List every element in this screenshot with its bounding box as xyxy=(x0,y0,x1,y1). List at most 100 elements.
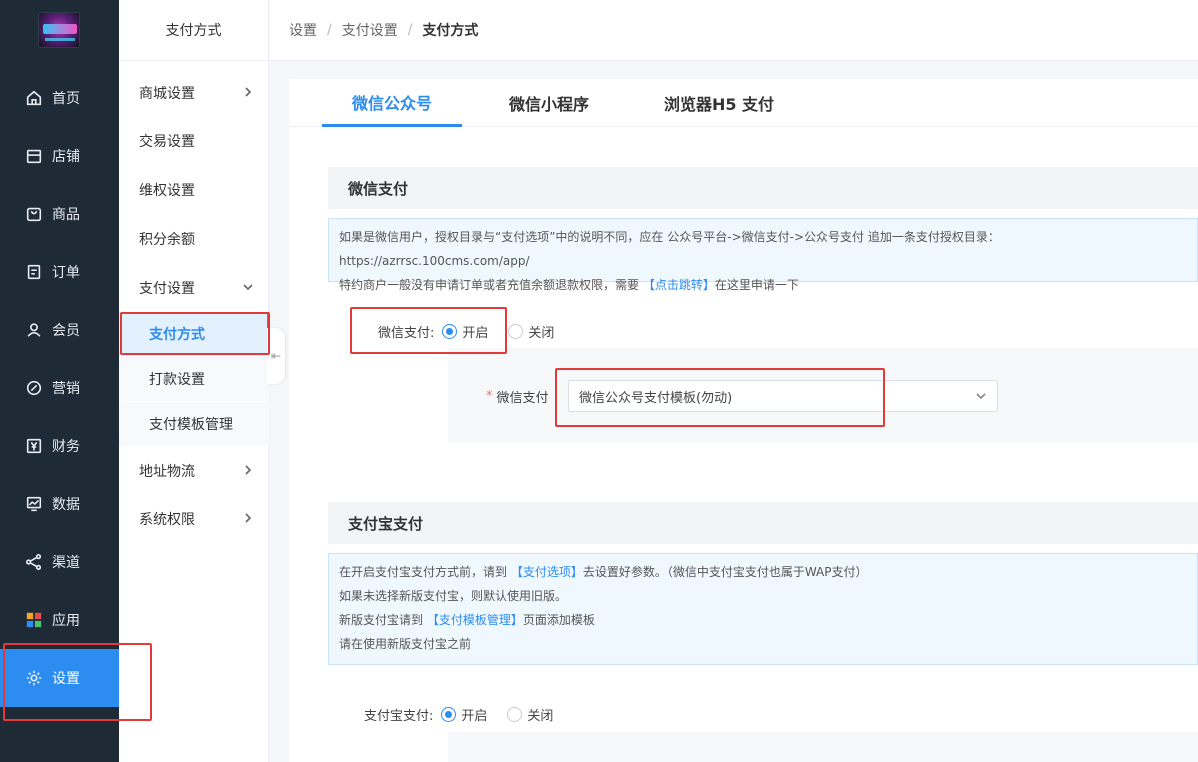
radio-dot xyxy=(442,323,458,339)
submenu-label: 支付方式 xyxy=(149,327,205,343)
payment-tabs: 微信公众号 微信小程序 浏览器H5 支付 xyxy=(289,79,1198,127)
chevron-right-icon xyxy=(241,511,255,525)
nav-item-members[interactable]: 会员 xyxy=(0,301,119,359)
submenu-sub-payout-settings[interactable]: 打款设置 xyxy=(119,357,269,401)
wechat-template-select[interactable]: 微信公众号支付模板(勿动) xyxy=(568,380,998,412)
wechat-pay-toggle-row: 微信支付: 开启 关闭 xyxy=(378,321,574,341)
nav-item-finance[interactable]: 财务 xyxy=(0,417,119,475)
nav-label: 数据 xyxy=(52,497,80,513)
chevron-right-icon xyxy=(241,463,255,477)
notice-line: 在开启支付宝支付方式前，请到 【支付选项】去设置好参数。（微信中支付宝支付也属于… xyxy=(339,560,1187,584)
submenu-sub-payment-methods[interactable]: 支付方式 xyxy=(119,312,269,356)
notice-text: 特约商户一般没有申请订单或者充值余额退款权限，需要 xyxy=(339,278,643,292)
radio-label: 关闭 xyxy=(527,708,554,724)
submenu-sub-payment-templates[interactable]: 支付模板管理 xyxy=(119,402,269,446)
required-mark: * xyxy=(486,388,493,404)
nav-label: 设置 xyxy=(52,671,80,687)
submenu-item-points-balance[interactable]: 积分余额 xyxy=(119,217,269,261)
select-value: 微信公众号支付模板(勿动) xyxy=(579,390,733,406)
wechat-pay-on-radio[interactable]: 开启 xyxy=(442,322,488,341)
gear-icon xyxy=(24,668,44,688)
breadcrumb: 设置 / 支付设置 / 支付方式 xyxy=(270,0,1198,61)
tab-browser-h5[interactable]: 浏览器H5 支付 xyxy=(649,79,789,127)
notice-text: 去设置好参数。（微信中支付宝支付也属于WAP支付） xyxy=(582,565,868,579)
notice-text: 在开启支付宝支付方式前，请到 xyxy=(339,565,511,579)
nav-item-store[interactable]: 店铺 xyxy=(0,127,119,185)
submenu-item-mall-settings[interactable]: 商城设置 xyxy=(119,71,269,115)
submenu-item-system-permissions[interactable]: 系统权限 xyxy=(119,497,269,541)
nav-label: 订单 xyxy=(52,265,80,281)
radio-dot xyxy=(441,706,457,722)
submenu-label: 交易设置 xyxy=(139,134,195,150)
submenu-label: 地址物流 xyxy=(139,464,195,480)
submenu-label: 支付模板管理 xyxy=(149,417,233,433)
submenu-label: 支付设置 xyxy=(139,281,195,297)
submenu-item-rights-settings[interactable]: 维权设置 xyxy=(119,168,269,212)
breadcrumb-separator: / xyxy=(327,22,332,38)
order-icon xyxy=(24,262,44,282)
nav-item-apps[interactable]: 应用 xyxy=(0,591,119,649)
radio-dot xyxy=(507,706,523,722)
alipay-template-panel xyxy=(448,732,1198,762)
nav-item-home[interactable]: 首页 xyxy=(0,69,119,127)
collapse-menu-icon[interactable]: ⇤ xyxy=(267,328,285,384)
nav-label: 首页 xyxy=(52,91,80,107)
tab-wechat-official[interactable]: 微信公众号 xyxy=(322,79,462,127)
nav-item-channel[interactable]: 渠道 xyxy=(0,533,119,591)
submenu-label: 维权设置 xyxy=(139,183,195,199)
alipay-toggle-row: 支付宝支付: 开启 关闭 xyxy=(364,704,573,724)
yen-icon xyxy=(24,436,44,456)
nav-label: 营销 xyxy=(52,381,80,397)
chart-icon xyxy=(24,494,44,514)
wechat-pay-label: 微信支付: xyxy=(378,325,435,341)
submenu-label: 系统权限 xyxy=(139,512,195,528)
submenu-label: 商城设置 xyxy=(139,86,195,102)
nav-label: 应用 xyxy=(52,613,80,629)
nav-item-goods[interactable]: 商品 xyxy=(0,185,119,243)
nav-item-settings[interactable]: 设置 xyxy=(0,649,119,707)
template-manage-link[interactable]: 【支付模板管理】 xyxy=(427,613,523,627)
alipay-on-radio[interactable]: 开启 xyxy=(441,705,487,724)
submenu-item-payment-settings[interactable]: 支付设置 xyxy=(119,266,269,310)
nav-item-marketing[interactable]: 营销 xyxy=(0,359,119,417)
wechat-pay-off-radio[interactable]: 关闭 xyxy=(508,322,554,341)
share-icon xyxy=(24,552,44,572)
breadcrumb-item[interactable]: 设置 xyxy=(289,20,317,40)
notice-text: 新版支付宝请到 xyxy=(339,613,427,627)
payment-methods-card: 微信公众号 微信小程序 浏览器H5 支付 微信支付 如果是微信用户，授权目录与“… xyxy=(289,79,1198,762)
nav-label: 渠道 xyxy=(52,555,80,571)
marketing-icon xyxy=(24,378,44,398)
user-icon xyxy=(24,320,44,340)
wechat-notice: 如果是微信用户，授权目录与“支付选项”中的说明不同，应在 公众号平台->微信支付… xyxy=(328,218,1198,292)
chevron-right-icon xyxy=(241,85,255,99)
notice-text: 在这里申请一下 xyxy=(714,278,799,292)
wechat-template-label: 微信支付 xyxy=(496,390,549,406)
nav-label: 财务 xyxy=(52,439,80,455)
payment-options-link[interactable]: 【支付选项】 xyxy=(511,565,583,579)
notice-line: 如果是微信用户，授权目录与“支付选项”中的说明不同，应在 公众号平台->微信支付… xyxy=(339,230,1000,268)
store-icon xyxy=(24,146,44,166)
chevron-down-icon xyxy=(241,280,255,294)
chevron-down-icon xyxy=(975,390,987,402)
wechat-template-label-row: * 微信支付 xyxy=(486,386,549,406)
jump-link[interactable]: 【点击跳转】 xyxy=(643,278,715,292)
section-title-alipay: 支付宝支付 xyxy=(328,502,1198,544)
radio-label: 关闭 xyxy=(528,325,555,341)
alipay-off-radio[interactable]: 关闭 xyxy=(507,705,553,724)
main-nav-rail: 首页 店铺 商品 订单 会员 营销 财务 数据 渠道 应用 设置 xyxy=(0,0,119,762)
breadcrumb-item[interactable]: 支付设置 xyxy=(342,20,398,40)
submenu-item-address-logistics[interactable]: 地址物流 xyxy=(119,449,269,493)
tab-wechat-miniprogram[interactable]: 微信小程序 xyxy=(479,79,619,127)
submenu-item-trade-settings[interactable]: 交易设置 xyxy=(119,119,269,163)
section-title-wechat: 微信支付 xyxy=(328,167,1198,209)
notice-text: 页面添加模板 xyxy=(522,613,595,627)
radio-label: 开启 xyxy=(461,708,488,724)
settings-submenu: 支付方式 商城设置 交易设置 维权设置 积分余额 支付设置 支付方式 打款设置 … xyxy=(119,0,269,762)
nav-label: 商品 xyxy=(52,207,80,223)
nav-item-data[interactable]: 数据 xyxy=(0,475,119,533)
brand-logo[interactable] xyxy=(38,12,80,48)
nav-label: 店铺 xyxy=(52,149,80,165)
nav-label: 会员 xyxy=(52,323,80,339)
nav-item-orders[interactable]: 订单 xyxy=(0,243,119,301)
breadcrumb-separator: / xyxy=(407,22,413,38)
